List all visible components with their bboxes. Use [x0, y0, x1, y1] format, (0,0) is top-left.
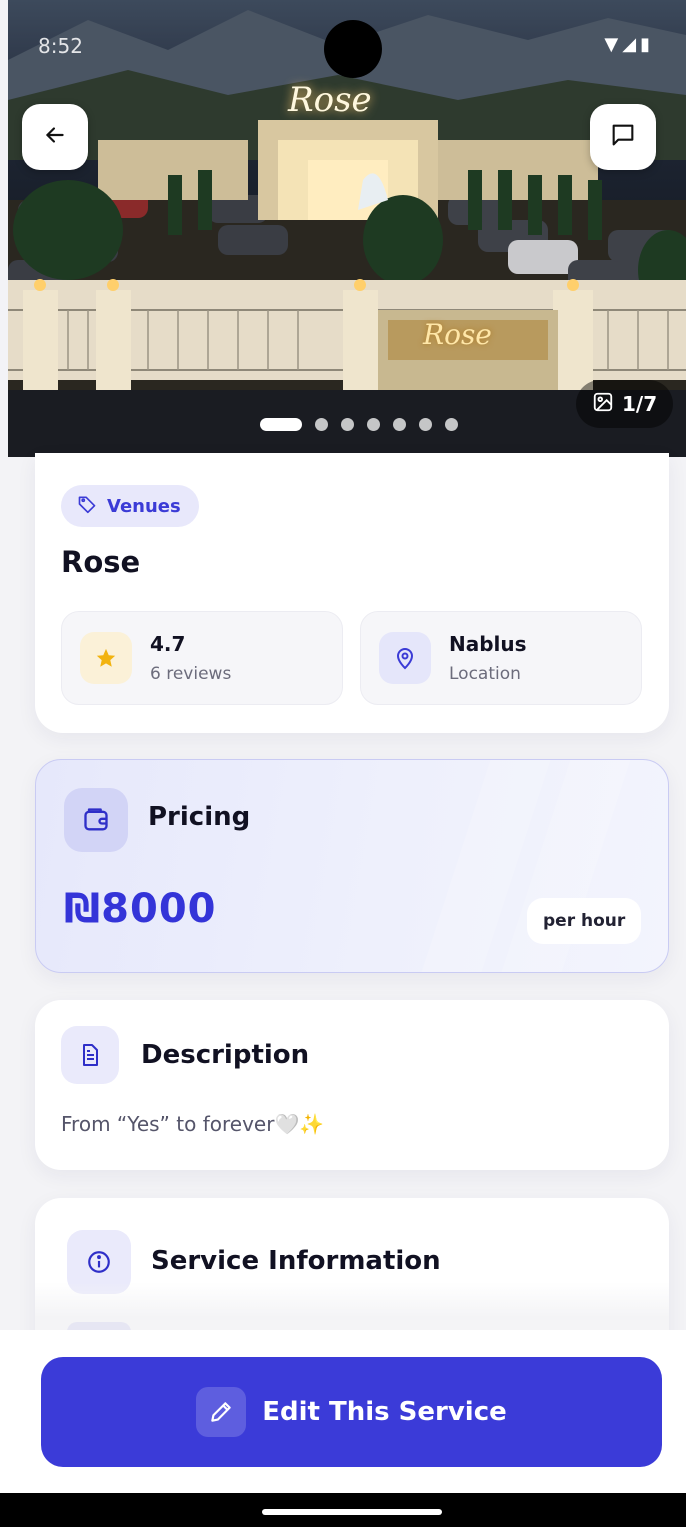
- map-pin-icon: [379, 632, 431, 684]
- chat-button[interactable]: [590, 104, 656, 170]
- bottom-action-bar: Edit This Service: [0, 1330, 686, 1493]
- category-chip[interactable]: Venues: [61, 485, 199, 527]
- description-title: Description: [141, 1040, 310, 1070]
- star-icon: [80, 632, 132, 684]
- hero-signage: Rose: [288, 80, 372, 120]
- image-counter-text: 1/7: [622, 392, 658, 416]
- service-info-title: Service Information: [151, 1246, 441, 1276]
- carousel-dot[interactable]: [419, 418, 432, 431]
- carousel-dot[interactable]: [367, 418, 380, 431]
- reviews-count: 6 reviews: [150, 664, 232, 684]
- location-value: Nablus: [449, 632, 527, 656]
- image-counter[interactable]: 1/7: [576, 380, 674, 428]
- pencil-icon: [196, 1387, 247, 1437]
- price-unit-badge: per hour: [527, 898, 642, 944]
- rating-box[interactable]: 4.7 6 reviews: [61, 611, 343, 705]
- status-icons: ▼◢▮: [604, 34, 654, 55]
- back-button[interactable]: [22, 104, 88, 170]
- location-label: Location: [449, 664, 521, 684]
- rating-value: 4.7: [150, 632, 186, 656]
- location-box[interactable]: Nablus Location: [360, 611, 642, 705]
- file-text-icon: [61, 1026, 119, 1084]
- home-indicator[interactable]: [262, 1509, 442, 1515]
- status-time: 8:52: [38, 34, 83, 58]
- carousel-dot[interactable]: [445, 418, 458, 431]
- carousel-dot[interactable]: [341, 418, 354, 431]
- carousel-dot[interactable]: [393, 418, 406, 431]
- category-label: Venues: [107, 495, 181, 517]
- listing-info-card: Venues Rose 4.7 6 reviews Nablus Locatio…: [35, 453, 669, 733]
- description-text: From “Yes” to forever🤍✨: [61, 1112, 325, 1136]
- pricing-title: Pricing: [148, 802, 251, 832]
- carousel-dots: [260, 418, 458, 431]
- carousel-dot-active[interactable]: [260, 418, 302, 431]
- carousel-dot[interactable]: [315, 418, 328, 431]
- price-value: ₪8000: [64, 886, 217, 932]
- camera-cutout: [324, 20, 382, 78]
- pricing-card: Pricing ₪8000 per hour: [35, 759, 669, 973]
- wallet-icon: [64, 788, 128, 852]
- edit-service-button[interactable]: Edit This Service: [41, 1357, 662, 1467]
- edit-service-label: Edit This Service: [262, 1397, 507, 1427]
- listing-title: Rose: [61, 545, 141, 579]
- description-card: Description From “Yes” to forever🤍✨: [35, 1000, 669, 1170]
- arrow-left-icon: [42, 122, 68, 152]
- hero-image-carousel[interactable]: Rose Rose 8:52 ▼◢▮ 1/7: [8, 0, 686, 457]
- message-square-icon: [609, 121, 637, 153]
- image-icon: [592, 391, 614, 418]
- gate-sign: Rose: [423, 318, 492, 351]
- system-nav-bar: [0, 1493, 686, 1527]
- tag-icon: [77, 494, 97, 519]
